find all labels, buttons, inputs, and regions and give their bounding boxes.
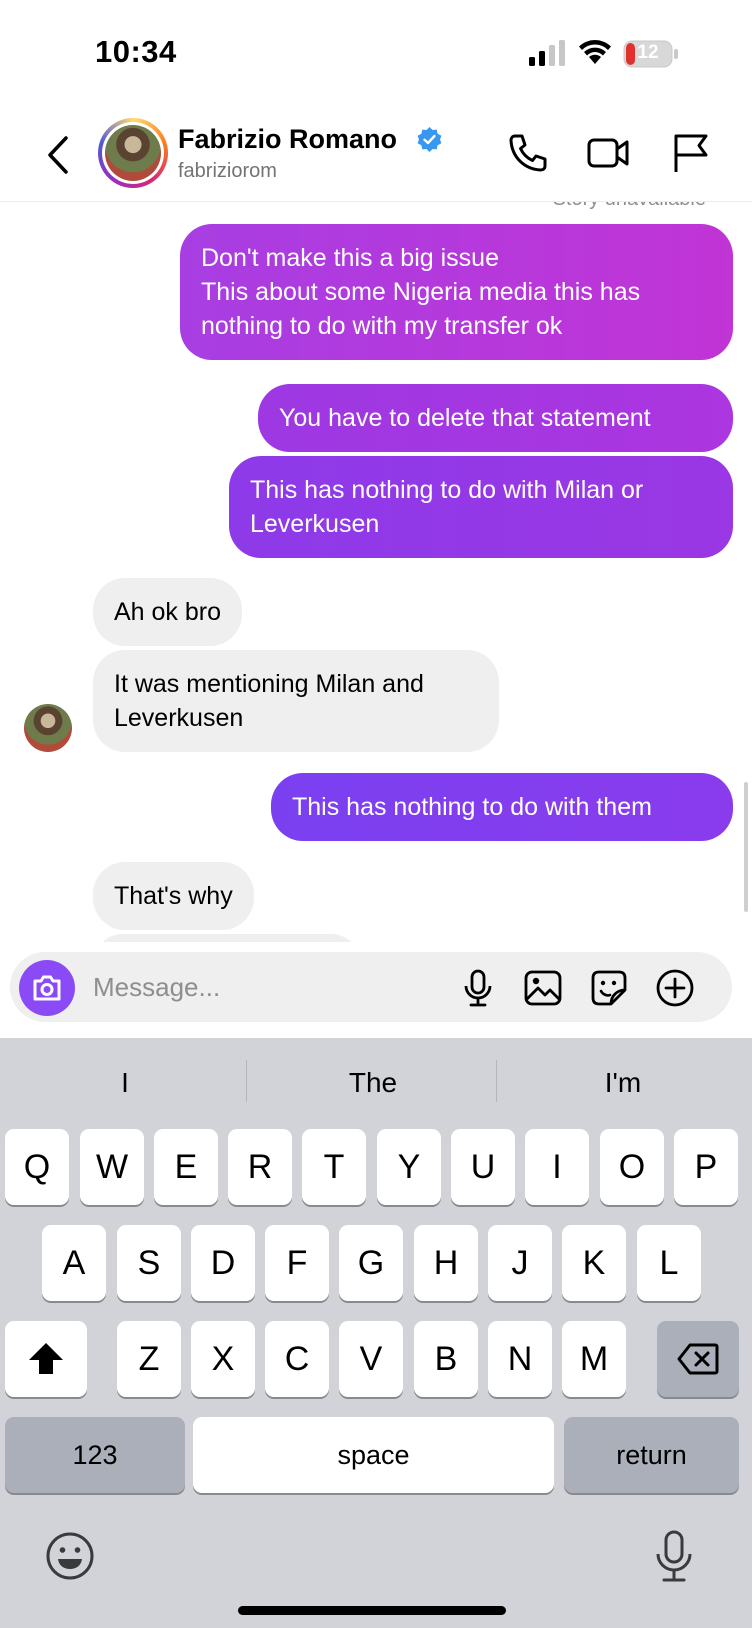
key-y[interactable]: Y — [377, 1129, 441, 1205]
emoji-icon[interactable] — [44, 1530, 96, 1582]
key-m[interactable]: M — [562, 1321, 626, 1397]
key-i[interactable]: I — [525, 1129, 589, 1205]
battery-level: 12 — [637, 42, 659, 63]
back-chevron-icon[interactable] — [40, 130, 76, 180]
sticker-icon[interactable] — [589, 968, 629, 1008]
key-q[interactable]: Q — [5, 1129, 69, 1205]
phone-call-icon[interactable] — [505, 130, 551, 176]
suggestion-2[interactable]: The — [248, 1038, 498, 1128]
contact-handle: fabriziorom — [178, 160, 277, 182]
key-a[interactable]: A — [42, 1225, 106, 1301]
contact-name[interactable]: Fabrizio Romano — [178, 124, 397, 155]
key-n[interactable]: N — [488, 1321, 552, 1397]
key-d[interactable]: D — [191, 1225, 255, 1301]
video-call-icon[interactable] — [585, 130, 631, 176]
return-key[interactable]: return — [564, 1417, 739, 1493]
on-screen-keyboard: I The I'm Q W E R T Y U I O P A S D F G … — [0, 1038, 752, 1628]
key-r[interactable]: R — [228, 1129, 292, 1205]
key-l[interactable]: L — [637, 1225, 701, 1301]
key-e[interactable]: E — [154, 1129, 218, 1205]
message-incoming-bubble[interactable]: Ah ok bro — [93, 578, 243, 646]
add-plus-icon[interactable] — [655, 968, 695, 1008]
key-k[interactable]: K — [562, 1225, 626, 1301]
message-composer — [10, 952, 732, 1022]
battery-icon: 12 — [623, 40, 679, 68]
key-p[interactable]: P — [674, 1129, 738, 1205]
key-w[interactable]: W — [80, 1129, 144, 1205]
message-text: Don't make this a big issue This about s… — [201, 244, 641, 340]
message-text: Ah ok bro — [114, 598, 222, 626]
message-text: That's why — [114, 882, 233, 910]
message-incoming-bubble-partial[interactable] — [93, 934, 361, 942]
delete-key[interactable] — [657, 1321, 739, 1397]
backspace-icon — [677, 1343, 719, 1375]
key-u[interactable]: U — [451, 1129, 515, 1205]
message-outgoing-bubble[interactable]: This has nothing to do with Milan or Lev… — [229, 456, 733, 558]
key-c[interactable]: C — [265, 1321, 329, 1397]
status-bar: 10:34 12 — [0, 0, 752, 110]
message-text: It was mentioning Milan and Leverkusen — [114, 670, 424, 732]
home-indicator[interactable] — [238, 1606, 506, 1615]
message-outgoing-bubble[interactable]: You have to delete that statement — [258, 384, 733, 452]
key-o[interactable]: O — [600, 1129, 664, 1205]
suggestion-3[interactable]: I'm — [498, 1038, 748, 1128]
message-incoming-bubble[interactable]: That's why — [93, 862, 254, 930]
key-b[interactable]: B — [414, 1321, 478, 1397]
message-outgoing-bubble[interactable]: Don't make this a big issue This about s… — [180, 224, 733, 360]
key-f[interactable]: F — [265, 1225, 329, 1301]
key-z[interactable]: Z — [117, 1321, 181, 1397]
chat-header: Fabrizio Romano fabriziorom — [0, 110, 752, 202]
profile-avatar[interactable] — [98, 118, 168, 188]
key-g[interactable]: G — [339, 1225, 403, 1301]
shift-key[interactable] — [5, 1321, 87, 1397]
message-outgoing-bubble[interactable]: This has nothing to do with them — [271, 773, 733, 841]
numbers-key[interactable]: 123 — [5, 1417, 185, 1493]
microphone-icon[interactable] — [458, 968, 498, 1008]
key-v[interactable]: V — [339, 1321, 403, 1397]
scrollbar[interactable] — [744, 782, 748, 912]
camera-icon — [33, 975, 61, 1001]
story-unavailable-note: Story unavailable — [553, 202, 706, 211]
gallery-image-icon[interactable] — [523, 968, 563, 1008]
key-j[interactable]: J — [488, 1225, 552, 1301]
key-h[interactable]: H — [414, 1225, 478, 1301]
camera-button[interactable] — [19, 960, 75, 1016]
suggestion-divider — [246, 1060, 247, 1102]
key-s[interactable]: S — [117, 1225, 181, 1301]
cellular-signal-icon — [529, 40, 565, 66]
message-input[interactable] — [93, 969, 433, 1005]
key-t[interactable]: T — [302, 1129, 366, 1205]
message-text: This has nothing to do with them — [292, 793, 652, 821]
sender-avatar[interactable] — [24, 704, 72, 752]
message-text: You have to delete that statement — [279, 404, 651, 432]
wifi-icon — [579, 40, 611, 64]
verified-badge-icon — [417, 127, 442, 152]
message-incoming-bubble[interactable]: It was mentioning Milan and Leverkusen — [93, 650, 499, 752]
shift-arrow-icon — [29, 1343, 63, 1374]
suggestion-divider — [496, 1060, 497, 1102]
message-text: This has nothing to do with Milan or Lev… — [250, 476, 644, 538]
suggestion-1[interactable]: I — [0, 1038, 250, 1128]
status-time: 10:34 — [95, 34, 177, 69]
report-flag-icon[interactable] — [668, 130, 714, 176]
dictation-microphone-icon[interactable] — [650, 1528, 698, 1584]
key-x[interactable]: X — [191, 1321, 255, 1397]
message-thread[interactable]: Story unavailable Don't make this a big … — [0, 202, 752, 942]
space-key[interactable]: space — [193, 1417, 554, 1493]
